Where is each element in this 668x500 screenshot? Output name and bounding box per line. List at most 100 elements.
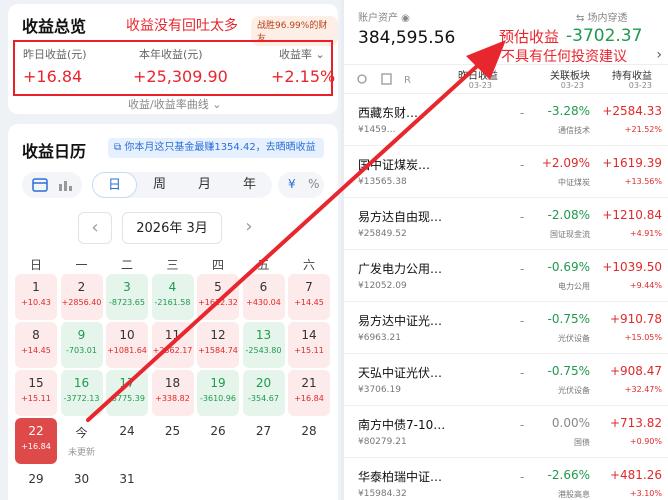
holding-earning: +910.78: [609, 312, 662, 326]
promo-banner[interactable]: ⧉ 你本月这只基金最赚1354.42，去晒晒收益: [108, 138, 324, 158]
calendar-day[interactable]: 31: [106, 466, 148, 500]
curve-link[interactable]: 收益/收益率曲线 ⌄: [128, 96, 221, 112]
month-label[interactable]: 2026年 3月: [122, 212, 222, 244]
fund-row[interactable]: 华泰柏瑞中证… ¥15984.32 - -2.66% 港股高息 +481.26 +3.10%: [344, 458, 668, 500]
calendar-day[interactable]: 18 +338.82: [151, 370, 194, 416]
sector-name: 电力公用: [558, 282, 590, 291]
calendar-day[interactable]: 12 +1584.74: [197, 322, 239, 368]
tab-month[interactable]: 月: [182, 172, 227, 198]
calendar-day[interactable]: 21 +16.84: [288, 370, 330, 416]
weekday-label: 四: [211, 258, 224, 272]
col-yesterday[interactable]: 昨日收益: [458, 67, 498, 82]
day-number: 28: [301, 424, 317, 438]
tab-year[interactable]: 年: [227, 172, 272, 198]
day-number: 22: [28, 424, 44, 438]
fund-row[interactable]: 易方达中证光… ¥6963.21 - -0.75% 光伏设备 +910.78 +15.05%: [344, 302, 668, 354]
table-header: R 昨日收益 03-23 关联板块 03-23 持有收益 03-23 ›: [344, 47, 668, 95]
calendar-day[interactable]: 11 +2362.17: [151, 322, 194, 368]
right-panel: 账户资产 ◉ 384,595.56 ⇆ 场内穿透 预估收益 -3702.37 不…: [344, 0, 668, 500]
calendar-day[interactable]: 22 +16.84: [15, 418, 57, 464]
estimate-label: 预估收益: [499, 28, 560, 46]
calendar-day[interactable]: 9 -703.01: [60, 322, 103, 368]
fund-row[interactable]: 西藏东财… ¥1459… - -3.28% 通信技术 +2584.33 +21.52%: [344, 94, 668, 146]
day-number: 24: [119, 424, 135, 438]
calendar-day[interactable]: 15 +15.11: [15, 370, 57, 416]
col-sector[interactable]: 关联板块: [550, 67, 590, 82]
disclaimer-annotation: 不具有任何投资建议: [501, 49, 627, 65]
calendar-day[interactable]: 7 +14.45: [288, 274, 330, 320]
unit-toggle[interactable]: ¥ %: [278, 172, 324, 198]
sector-name: 光伏设备: [558, 334, 590, 343]
yesterday-earning: -: [520, 470, 525, 484]
calendar-day[interactable]: 19 -3610.96: [197, 370, 239, 416]
calendar-day[interactable]: 30: [61, 466, 103, 500]
year-value: +25,309.90: [133, 67, 228, 86]
calendar-day[interactable]: 今未更新: [61, 418, 103, 464]
fund-amount: ¥12052.09: [358, 281, 407, 291]
calendar-day[interactable]: 26: [197, 418, 239, 464]
day-number: 10: [119, 328, 135, 342]
chart-toggle[interactable]: [22, 172, 82, 198]
prev-month-button[interactable]: ‹: [78, 212, 112, 244]
day-number: 25: [164, 424, 181, 438]
calendar-day[interactable]: 16 -3772.13: [60, 370, 103, 416]
fund-amount: ¥80279.21: [358, 437, 407, 447]
day-earning: -2543.80: [245, 346, 282, 355]
tab-day[interactable]: 日: [92, 172, 137, 198]
fund-row[interactable]: 南方中债7-10… ¥80279.21 - 0.00% 国债 +713.82 +0.90%: [344, 406, 668, 458]
calendar-day[interactable]: 20 -354.67: [242, 370, 285, 416]
yesterday-earning: -: [520, 418, 525, 432]
holding-earning: +1619.39: [602, 156, 662, 170]
sector-name: 国证现金流: [550, 230, 590, 239]
calendar-day[interactable]: 24: [106, 418, 148, 464]
day-number: 29: [28, 472, 44, 486]
fund-name: 华泰柏瑞中证…: [358, 470, 443, 484]
calendar-day[interactable]: 4 -2161.58: [151, 274, 194, 320]
day-earning: -703.01: [66, 346, 97, 355]
day-number: 16: [73, 376, 90, 390]
calendar-day[interactable]: 6 +430.04: [242, 274, 285, 320]
day-earning: +16.84: [21, 442, 51, 451]
fund-row[interactable]: 广发电力公用… ¥12052.09 - -0.69% 电力公用 +1039.50 +9.44…: [344, 250, 668, 302]
fund-row[interactable]: 国中证煤炭… ¥13565.38 - +2.09% 中证煤炭 +1619.39 +13.56…: [344, 146, 668, 198]
next-column-icon[interactable]: ›: [656, 47, 662, 63]
day-number: 20: [255, 376, 272, 390]
fund-row[interactable]: 天弘中证光伏… ¥3706.19 - -0.75% 光伏设备 +908.47 +32.47%: [344, 354, 668, 406]
next-month-button[interactable]: ›: [232, 212, 266, 244]
day-number: 5: [214, 280, 222, 294]
yuan-toggle[interactable]: ¥: [288, 177, 296, 191]
calendar-day[interactable]: 13 -2543.80: [242, 322, 285, 368]
screenshot-root: 收益总览 收益没有回吐太多 战胜96.99%的财友 昨日收益(元) 本年收益(元…: [0, 0, 668, 500]
calendar-day[interactable]: 5 +1612.32: [197, 274, 239, 320]
calendar-day[interactable]: 2 +2856.40: [60, 274, 103, 320]
day-earning: +15.11: [21, 394, 51, 403]
calendar-day[interactable]: 10 +1081.64: [106, 322, 148, 368]
tab-week[interactable]: 周: [137, 172, 182, 198]
promo-text: 你本月这只基金最赚1354.42，去晒晒收益: [124, 142, 316, 153]
col-holding[interactable]: 持有收益: [612, 67, 652, 82]
calendar-day[interactable]: 27: [243, 418, 285, 464]
left-panel: 收益总览 收益没有回吐太多 战胜96.99%的财友 昨日收益(元) 本年收益(元…: [0, 0, 341, 500]
percent-toggle[interactable]: %: [308, 177, 319, 191]
day-number: 17: [119, 376, 135, 390]
rate-label[interactable]: 收益率 ⌄: [279, 46, 325, 62]
calendar-day[interactable]: 29: [15, 466, 57, 500]
calendar-title: 收益日历: [22, 142, 87, 161]
holding-earning: +908.47: [609, 364, 662, 378]
calendar-day[interactable]: 14 +15.11: [288, 322, 330, 368]
calendar-day[interactable]: 1 +10.43: [15, 274, 57, 320]
calendar-day[interactable]: 3 -8723.65: [106, 274, 148, 320]
calendar-day[interactable]: 17 -3775.39: [106, 370, 148, 416]
fund-row[interactable]: 易方达自由现… ¥25849.52 - -2.08% 国证现金流 +1210.84 +4.9…: [344, 198, 668, 250]
fund-name: 南方中债7-10…: [358, 418, 446, 432]
sector-change: -0.69%: [547, 260, 590, 274]
calendar-day[interactable]: 25: [152, 418, 194, 464]
earnings-calendar-card: 收益日历 ⧉ 你本月这只基金最赚1354.42，去晒晒收益 日 周 月 年 ¥ …: [8, 124, 338, 500]
pass-through-link[interactable]: ⇆ 场内穿透: [576, 9, 628, 24]
settings-icon[interactable]: R: [354, 65, 424, 95]
day-earning: +2856.40: [61, 298, 102, 307]
calendar-day[interactable]: 28: [288, 418, 330, 464]
calendar-day[interactable]: 8 +14.45: [15, 322, 57, 368]
day-number: 9: [77, 328, 86, 342]
day-number: 12: [210, 328, 226, 342]
